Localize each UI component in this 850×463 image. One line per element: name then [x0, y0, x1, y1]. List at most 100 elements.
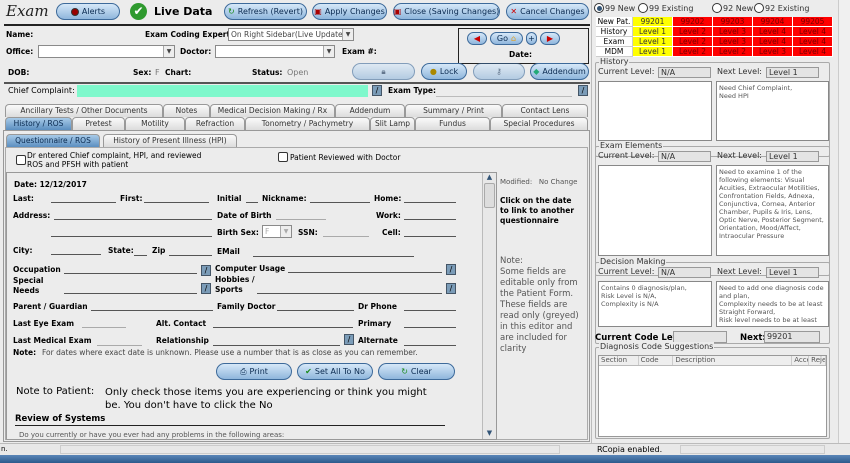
home-phone-input[interactable]: [404, 194, 456, 203]
parent-guardian-input[interactable]: [91, 302, 213, 311]
addendum-button[interactable]: ◆ Addendum: [530, 63, 589, 80]
tab-pretest[interactable]: Pretest: [72, 117, 125, 130]
initial-input[interactable]: [246, 194, 258, 203]
radio-99-existing[interactable]: 99 Existing: [638, 3, 693, 13]
add-button[interactable]: +: [526, 32, 537, 45]
chief-complaint-input[interactable]: [77, 85, 368, 97]
radio-button[interactable]: [754, 3, 764, 13]
set-all-to-no-button[interactable]: ✔ Set All To No: [297, 363, 373, 380]
scroll-up-icon[interactable]: ▲: [483, 173, 496, 183]
exam-type-input[interactable]: [436, 88, 572, 97]
ssn-input[interactable]: [323, 228, 369, 237]
tab-fundus[interactable]: Fundus: [415, 117, 490, 130]
relationship-input[interactable]: [213, 337, 340, 346]
code-level-cell[interactable]: Level 4: [753, 37, 793, 47]
office-select[interactable]: ▼: [38, 45, 175, 58]
doctor-select[interactable]: ▼: [215, 45, 335, 58]
tab-summary-print[interactable]: Summary / Print: [405, 104, 502, 117]
code-level-cell[interactable]: Level 1: [633, 47, 673, 57]
tab-contact-lens[interactable]: Contact Lens: [502, 104, 588, 117]
address-input-2[interactable]: [51, 228, 212, 237]
radio-button[interactable]: [594, 3, 604, 13]
zip-input[interactable]: [169, 247, 212, 256]
primary-phone-input[interactable]: [404, 319, 456, 328]
code-level-cell[interactable]: Level 2: [673, 27, 713, 37]
tab-special-procedures[interactable]: Special Procedures: [490, 117, 588, 130]
column-header-section[interactable]: Section: [599, 356, 639, 365]
coding-expert-select[interactable]: On Right Sidebar(Live Update) ▼: [228, 28, 354, 41]
alt-contact-input[interactable]: [213, 319, 353, 328]
scroll-down-icon[interactable]: ▼: [483, 429, 496, 437]
code-level-cell[interactable]: Level 4: [793, 47, 833, 57]
address-input-1[interactable]: [54, 211, 212, 220]
city-input[interactable]: [51, 246, 101, 255]
alerts-button[interactable]: Alerts: [56, 3, 120, 20]
radio-92-new[interactable]: 92 New: [712, 3, 753, 13]
column-header-code[interactable]: Code: [639, 356, 674, 365]
close-saving-button[interactable]: ▣ Close (Saving Changes): [393, 3, 500, 20]
tab-addendum[interactable]: Addendum: [335, 104, 405, 117]
edit-pen-icon[interactable]: /: [372, 85, 382, 96]
form-scrollbar[interactable]: ▲ ▼: [482, 173, 496, 439]
radio-99-new[interactable]: 99 New: [594, 3, 635, 13]
questionnaire-date[interactable]: Date: 12/12/2017: [14, 180, 87, 189]
special-needs-input[interactable]: [64, 285, 197, 294]
column-header-reject[interactable]: Reject: [809, 356, 827, 365]
code-level-cell[interactable]: 99204: [753, 17, 793, 27]
code-level-cell[interactable]: Level 4: [753, 27, 793, 37]
code-level-cell[interactable]: 99201: [633, 17, 673, 27]
clear-button[interactable]: ↻ Clear: [378, 363, 455, 380]
edit-pen-icon[interactable]: /: [344, 334, 354, 345]
code-level-cell[interactable]: Level 4: [793, 27, 833, 37]
scroll-thumb[interactable]: [484, 183, 495, 208]
code-level-cell[interactable]: Level 1: [633, 27, 673, 37]
code-level-cell[interactable]: 99202: [673, 17, 713, 27]
tab-notes[interactable]: Notes: [163, 104, 210, 117]
edit-pen-icon[interactable]: /: [446, 264, 456, 275]
code-level-cell[interactable]: Level 3: [713, 37, 753, 47]
tab-refraction[interactable]: Refraction: [185, 117, 245, 130]
go-button[interactable]: Go ⌂: [490, 32, 523, 45]
birth-sex-select[interactable]: F ▼: [262, 225, 292, 238]
edit-pen-icon[interactable]: /: [446, 283, 456, 294]
right-scrollbar[interactable]: [838, 0, 850, 443]
tab-ancillary-tests[interactable]: Ancillary Tests / Other Documents: [5, 104, 163, 117]
code-level-cell[interactable]: Level 2: [673, 37, 713, 47]
apply-changes-button[interactable]: ▣ Apply Changes: [312, 3, 387, 20]
tab-motility[interactable]: Motility: [125, 117, 185, 130]
edit-pen-icon[interactable]: /: [201, 283, 211, 294]
state-input[interactable]: [134, 247, 147, 256]
family-doctor-input[interactable]: [277, 302, 354, 311]
column-header-accept[interactable]: Accept: [792, 356, 810, 365]
last-eye-exam-input[interactable]: [82, 319, 126, 328]
code-level-cell[interactable]: Level 2: [713, 47, 753, 57]
code-level-cell[interactable]: 99205: [793, 17, 833, 27]
dr-entered-checkbox[interactable]: [16, 155, 26, 165]
column-header-description[interactable]: Description: [673, 356, 793, 365]
occupation-input[interactable]: [64, 265, 197, 274]
tab-medical-decision-making[interactable]: Medical Decision Making / Rx: [210, 104, 335, 117]
code-level-cell[interactable]: Level 4: [793, 37, 833, 47]
radio-button[interactable]: [638, 3, 648, 13]
first-input[interactable]: [144, 194, 209, 203]
last-medical-exam-input[interactable]: [97, 337, 142, 346]
code-level-cell[interactable]: 99203: [713, 17, 753, 27]
hobbies-input[interactable]: [257, 285, 442, 294]
unlock-button[interactable]: ⚷: [473, 63, 525, 80]
radio-92-existing[interactable]: 92 Existing: [754, 3, 809, 13]
prev-arrow-button[interactable]: ◀: [467, 32, 487, 45]
code-level-cell[interactable]: Level 1: [633, 37, 673, 47]
code-level-cell[interactable]: Level 3: [753, 47, 793, 57]
lock-button[interactable]: ● Lock: [421, 63, 467, 80]
print-button[interactable]: ⎙ Print: [216, 363, 292, 380]
cancel-changes-button[interactable]: ✕ Cancel Changes: [506, 3, 589, 20]
code-level-cell[interactable]: Level 2: [673, 47, 713, 57]
subtab-hpi[interactable]: History of Present Illness (HPI): [103, 134, 237, 147]
patient-reviewed-checkbox[interactable]: [278, 152, 288, 162]
email-input[interactable]: [253, 248, 414, 257]
dr-phone-input[interactable]: [404, 302, 456, 311]
computer-usage-input[interactable]: [288, 264, 442, 273]
work-phone-input[interactable]: [404, 211, 456, 220]
edit-pen-icon[interactable]: /: [578, 85, 588, 96]
alternate-phone-input[interactable]: [404, 337, 456, 346]
